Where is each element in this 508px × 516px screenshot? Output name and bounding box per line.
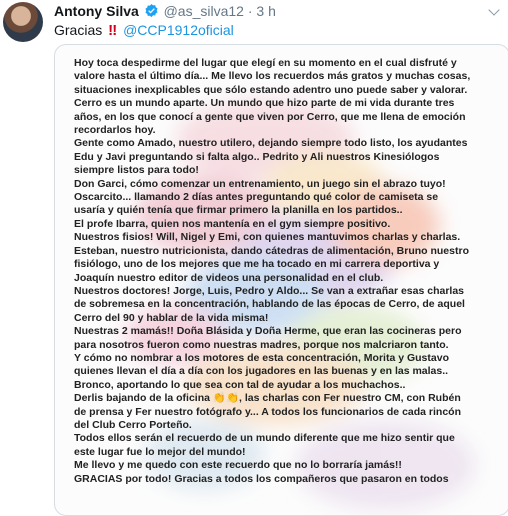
author-handle[interactable]: @as_silva12 <box>164 3 244 19</box>
letter-line: Y cómo no nombrar a los motores de esta … <box>74 351 449 364</box>
letter-line: valore hasta el último día... Me llevo l… <box>74 70 471 83</box>
letter-line: fisiólogo, uno de los mejores que me ha … <box>74 258 440 271</box>
letter-line: Gente como Amado, nuestro utilero, dejan… <box>74 137 468 150</box>
tweet-image[interactable]: Hoy toca despedirme del lugar que elegí … <box>54 44 508 516</box>
mention-link[interactable]: @CCP1912oficial <box>123 22 234 38</box>
letter-line: del Club Cerro Porteño. <box>74 418 192 431</box>
letter-line: El profe Ibarra, quien nos mantenía en e… <box>74 217 391 230</box>
letter-line: Cerro del 90 y hablar de la vida misma! <box>74 311 269 324</box>
letter-line: GRACIAS por todo! Gracias a todos los co… <box>74 472 449 485</box>
letter-line: de prensa y Fer nuestro fotógrafo y... A… <box>74 405 462 418</box>
letter-line: recordarlos hoy. <box>74 124 156 137</box>
letter-line: situaciones inexplicables que sólo estan… <box>74 83 468 96</box>
tweet-header: Antony Silva @as_silva12 · 3 h Gracias ‼… <box>0 0 508 44</box>
letter-line: Nuestros fisios! Will, Nigel y Emi, con … <box>74 231 461 244</box>
letter-line: Oscarcito... llamando 2 días antes pregu… <box>74 191 439 204</box>
letter-line: de sobremesa en la concentración, hablan… <box>74 298 465 311</box>
double-exclamation-emoji: ‼ <box>108 22 118 39</box>
letter-line: Esteban, nuestro nutricionista, dando cá… <box>74 244 469 257</box>
tweet-text-prefix: Gracias <box>54 22 103 38</box>
letter-line: Me llevo y me quedo con este recuerdo qu… <box>74 459 402 472</box>
verified-badge-icon <box>145 3 158 18</box>
letter-line: Nuestras 2 mamás!! Doña Blásida y Doña H… <box>74 325 462 338</box>
tweet-text: Gracias ‼ @CCP1912oficial <box>54 22 234 39</box>
meta-separator: · <box>247 3 253 19</box>
letter-line: para nosotros fueron como nuestras madre… <box>74 338 449 351</box>
letter-line: quienes llevan el día a día con los juga… <box>74 365 449 378</box>
letter-line: Joaquín nuestro editor de videos una per… <box>74 271 384 284</box>
letter-line: usaría y quién tenía que firmar primero … <box>74 204 403 217</box>
letter-line: Edu y Javi preguntando si falta algo.. P… <box>74 150 440 163</box>
letter-line: Hoy toca despedirme del lugar que elegí … <box>74 57 457 69</box>
letter-line: Todos ellos serán el recuerdo de un mund… <box>74 432 455 445</box>
letter-text: Hoy toca despedirme del lugar que elegí … <box>74 57 504 486</box>
author-name[interactable]: Antony Silva <box>54 3 139 19</box>
letter-line: este lugar fue lo mejor del mundo! <box>74 445 246 458</box>
letter-line: Nuestros doctores! Jorge, Luis, Pedro y … <box>74 284 465 297</box>
letter-line: Don Garci, cómo comenzar un entrenamient… <box>74 177 446 190</box>
letter-line: siempre listos para todo! <box>74 164 199 177</box>
tweet-timestamp[interactable]: 3 h <box>256 3 275 19</box>
letter-line: Cerro es un mundo aparte. Un mundo que h… <box>74 97 455 110</box>
letter-line: años, en los que conocí a gente que vive… <box>74 110 466 123</box>
avatar[interactable] <box>3 2 43 42</box>
letter-line: Bronco, aportando lo que sea con tal de … <box>74 378 406 391</box>
chevron-down-icon[interactable] <box>488 4 500 16</box>
author-line: Antony Silva @as_silva12 · 3 h <box>54 3 276 19</box>
letter-line: Derlis bajando de la oficina 👏👏, las cha… <box>74 392 461 405</box>
